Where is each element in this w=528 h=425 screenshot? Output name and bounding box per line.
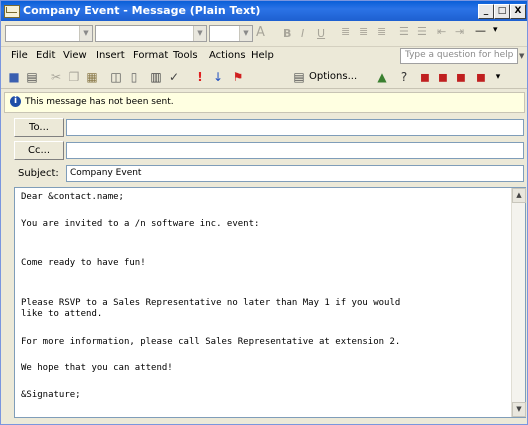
flag-icon[interactable]: ⚑ (230, 69, 246, 85)
menu-edit[interactable]: Edit (36, 50, 55, 61)
font-name-select[interactable]: ▼ (95, 25, 207, 42)
previous-icon[interactable]: ◼ (417, 69, 433, 85)
preview-icon[interactable]: ◫ (108, 69, 124, 85)
to-field[interactable] (66, 119, 524, 136)
to-button[interactable]: To... (14, 118, 64, 137)
menu-actions[interactable]: Actions (209, 50, 246, 61)
title-bar[interactable]: Company Event - Message (Plain Text) _ □… (1, 1, 527, 21)
minimize-button[interactable]: _ (478, 4, 494, 19)
subject-label: Subject: (18, 168, 59, 179)
chevron-down-icon[interactable]: ▼ (79, 26, 92, 41)
toolbar-options-icon[interactable]: ▾ (490, 69, 506, 85)
font-color-icon[interactable]: A (256, 25, 265, 40)
body-line: Dear &contact.name; (21, 192, 124, 202)
body-line: like to attend. (21, 309, 103, 319)
address-book-icon[interactable]: ▥ (148, 69, 164, 85)
info-bar: i This message has not been sent. (4, 92, 525, 113)
subject-field[interactable]: Company Event (66, 165, 524, 182)
body-line: &Signature; (21, 390, 81, 400)
maximize-button[interactable]: □ (494, 4, 510, 19)
chevron-down-icon[interactable]: ▼ (239, 26, 252, 41)
body-line: Come ready to have fun! (21, 258, 146, 268)
subject-value: Company Event (70, 168, 142, 178)
style-select[interactable]: ▼ (5, 25, 93, 42)
vertical-scrollbar[interactable]: ▲ ▼ (511, 188, 526, 417)
body-line: You are invited to a /n software inc. ev… (21, 219, 260, 229)
window-title: Company Event - Message (Plain Text) (23, 4, 261, 17)
message-window: Company Event - Message (Plain Text) _ □… (0, 0, 528, 425)
close-button[interactable]: X (510, 4, 526, 19)
increase-indent-icon[interactable]: ⇥ (455, 25, 464, 38)
cut-icon[interactable]: ✂ (48, 69, 64, 85)
paste-icon[interactable]: ▦ (84, 69, 100, 85)
body-line: For more information, please call Sales … (21, 337, 401, 347)
more-icon[interactable]: ◼ (473, 69, 489, 85)
info-icon: i (10, 96, 21, 107)
move-icon[interactable]: ◼ (453, 69, 469, 85)
attach-icon[interactable]: ▯ (126, 69, 142, 85)
print-icon[interactable]: ▤ (24, 69, 40, 85)
next-icon[interactable]: ◼ (435, 69, 451, 85)
design-icon[interactable]: ▲ (374, 69, 390, 85)
chevron-down-icon[interactable]: ▼ (193, 26, 206, 41)
bullets-icon[interactable]: ☰ (399, 25, 409, 38)
bold-icon[interactable]: B (283, 27, 291, 40)
align-left-icon[interactable]: ≣ (341, 25, 350, 38)
menu-insert[interactable]: Insert (96, 50, 125, 61)
scroll-down-icon[interactable]: ▼ (512, 402, 526, 417)
menu-help[interactable]: Help (251, 50, 274, 61)
help-icon[interactable]: ? (396, 69, 412, 85)
align-center-icon[interactable]: ≣ (359, 25, 368, 38)
toolbar-options-icon[interactable]: ▾ (493, 25, 498, 35)
horizontal-line-icon[interactable]: — (475, 24, 486, 37)
chevron-down-icon[interactable]: ▼ (519, 52, 524, 60)
italic-icon[interactable]: I (301, 27, 304, 40)
standard-toolbar: ■ ▤ ✂ ❐ ▦ ◫ ▯ ▥ ✓ ! ↓ ⚑ ▤ Options... ▲ ?… (1, 66, 527, 89)
save-icon[interactable]: ■ (6, 69, 22, 85)
body-line: We hope that you can attend! (21, 363, 173, 373)
envelope-icon (4, 5, 20, 18)
scroll-up-icon[interactable]: ▲ (512, 188, 526, 203)
underline-icon[interactable]: U (317, 27, 325, 40)
cc-field[interactable] (66, 142, 524, 159)
importance-high-icon[interactable]: ! (192, 69, 208, 85)
menu-view[interactable]: View (63, 50, 87, 61)
message-body[interactable]: Dear &contact.name; You are invited to a… (14, 187, 526, 418)
check-names-icon[interactable]: ✓ (166, 69, 182, 85)
copy-icon[interactable]: ❐ (66, 69, 82, 85)
menu-file[interactable]: File (11, 50, 28, 61)
menu-format[interactable]: Format (133, 50, 168, 61)
body-line: Please RSVP to a Sales Representative no… (21, 298, 401, 308)
formatting-toolbar: ▼ ▼ ▼ A B I U ≣ ≣ ≣ ☰ ☰ ⇤ ⇥ — ▾ (1, 22, 527, 47)
font-size-select[interactable]: ▼ (209, 25, 253, 42)
menu-bar: File Edit View Insert Format Tools Actio… (1, 47, 527, 65)
cc-button[interactable]: Cc... (14, 141, 64, 160)
decrease-indent-icon[interactable]: ⇤ (437, 25, 446, 38)
info-bar-text: This message has not been sent. (25, 97, 174, 107)
ask-question-input[interactable]: Type a question for help (400, 48, 518, 64)
options-icon[interactable]: ▤ (291, 69, 307, 85)
align-right-icon[interactable]: ≣ (377, 25, 386, 38)
numbering-icon[interactable]: ☰ (417, 25, 427, 38)
menu-tools[interactable]: Tools (173, 50, 198, 61)
importance-low-icon[interactable]: ↓ (210, 69, 226, 85)
options-button[interactable]: Options... (309, 69, 357, 85)
